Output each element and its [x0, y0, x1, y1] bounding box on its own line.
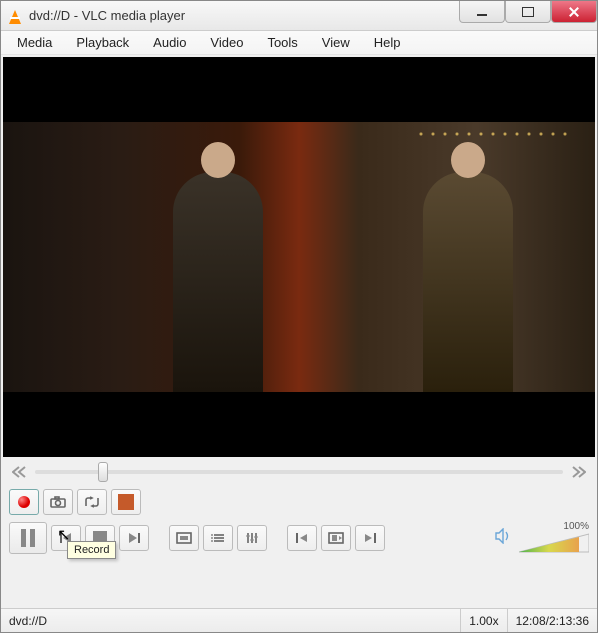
status-time[interactable]: 12:08/2:13:36 [508, 609, 597, 632]
status-media[interactable]: dvd://D [1, 609, 461, 632]
fullscreen-button[interactable] [169, 525, 199, 551]
menu-tools[interactable]: Tools [257, 32, 307, 53]
app-window: dvd://D - VLC media player Media Playbac… [0, 0, 598, 633]
chapter-next-icon [363, 532, 377, 544]
sliders-icon [245, 531, 259, 545]
menu-help[interactable]: Help [364, 32, 411, 53]
prev-chapter-button[interactable] [287, 525, 317, 551]
video-area[interactable] [3, 57, 595, 457]
vlc-cone-icon [7, 8, 23, 24]
volume-slider[interactable] [519, 532, 589, 554]
window-title: dvd://D - VLC media player [29, 8, 459, 23]
film-icon [118, 494, 134, 510]
playlist-icon [210, 532, 226, 544]
menu-video[interactable]: Video [200, 32, 253, 53]
statusbar: dvd://D 1.00x 12:08/2:13:36 [1, 608, 597, 632]
window-controls [459, 1, 597, 30]
titlebar[interactable]: dvd://D - VLC media player [1, 1, 597, 31]
dvd-menu-icon [328, 532, 344, 544]
close-button[interactable] [551, 1, 597, 23]
volume-area: 100% [495, 521, 589, 554]
menu-media[interactable]: Media [7, 32, 62, 53]
fullscreen-icon [176, 532, 192, 544]
menu-audio[interactable]: Audio [143, 32, 196, 53]
chapter-prev-icon [295, 532, 309, 544]
pause-icon [21, 529, 35, 547]
status-speed[interactable]: 1.00x [461, 609, 507, 632]
play-pause-button[interactable] [9, 522, 47, 554]
menubar: Media Playback Audio Video Tools View He… [1, 31, 597, 55]
seek-back-icon[interactable] [9, 463, 29, 481]
minimize-button[interactable] [459, 1, 505, 23]
video-frame [3, 122, 595, 392]
next-chapter-button[interactable] [355, 525, 385, 551]
volume-percent-label: 100% [563, 521, 589, 532]
playlist-button[interactable] [203, 525, 233, 551]
next-button[interactable] [119, 525, 149, 551]
record-button[interactable] [9, 489, 39, 515]
seek-thumb[interactable] [98, 462, 108, 482]
menu-view[interactable]: View [312, 32, 360, 53]
record-icon [18, 496, 30, 508]
skip-next-icon [127, 532, 141, 544]
snapshot-button[interactable] [43, 489, 73, 515]
loop-ab-button[interactable] [77, 489, 107, 515]
camera-icon [50, 496, 66, 508]
dvd-menu-button[interactable] [321, 525, 351, 551]
loop-ab-icon [83, 496, 101, 508]
seek-slider[interactable] [35, 467, 563, 477]
record-tooltip: Record [67, 541, 116, 559]
menu-playback[interactable]: Playback [66, 32, 139, 53]
speaker-icon[interactable] [495, 528, 513, 547]
seek-bar-row [1, 457, 597, 487]
frame-by-frame-button[interactable] [111, 489, 141, 515]
maximize-button[interactable] [505, 1, 551, 23]
advanced-toolbar [1, 487, 597, 517]
extended-settings-button[interactable] [237, 525, 267, 551]
seek-forward-icon[interactable] [569, 463, 589, 481]
